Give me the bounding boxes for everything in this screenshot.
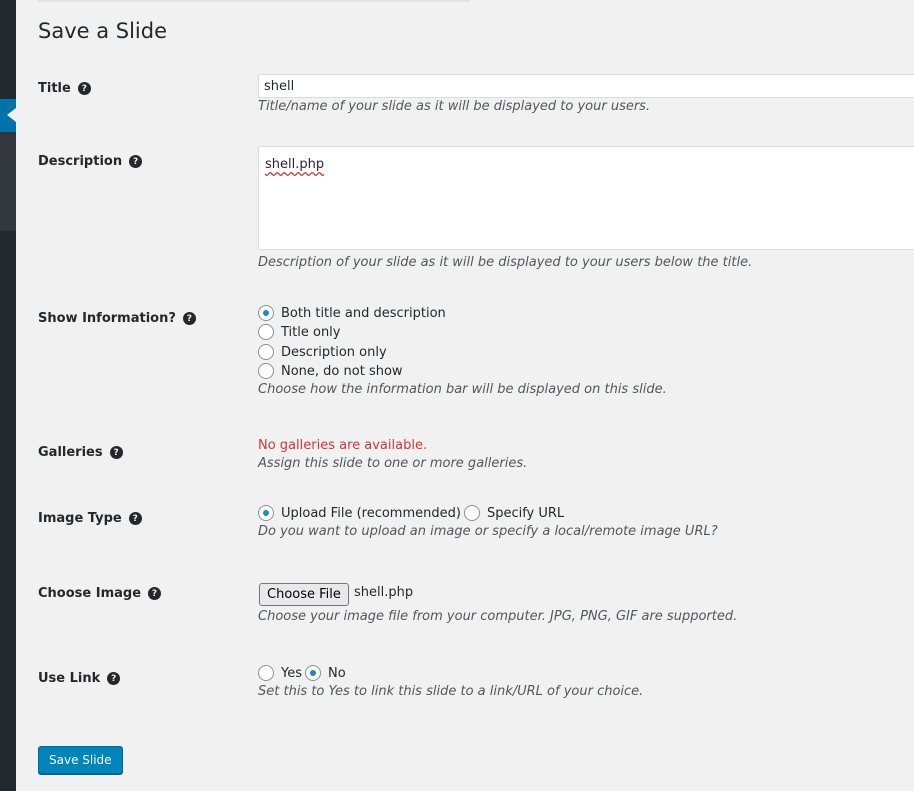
description-label-text: Description (38, 154, 123, 169)
save-slide-button[interactable]: Save Slide (38, 746, 123, 774)
galleries-label-text: Galleries (38, 445, 103, 460)
galleries-label: Galleries ? (38, 445, 123, 460)
help-circle-icon[interactable]: ? (107, 672, 121, 685)
image-type-hint: Do you want to upload an image or specif… (258, 524, 718, 539)
show-info-option-description[interactable]: Description only (258, 344, 387, 360)
radio-icon[interactable] (258, 344, 274, 360)
show-info-option-label: Title only (281, 324, 341, 340)
show-info-hint: Choose how the information bar will be d… (258, 382, 667, 397)
image-type-options: Upload File (recommended) Specify URL (258, 505, 564, 521)
choose-image-label: Choose Image ? (38, 586, 162, 601)
use-link-no-label[interactable]: No (328, 666, 346, 681)
description-textarea[interactable] (258, 146, 914, 250)
title-input[interactable] (258, 74, 914, 98)
use-link-label: Use Link ? (38, 671, 121, 686)
help-circle-icon[interactable]: ? (182, 312, 196, 325)
help-circle-icon[interactable]: ? (129, 155, 143, 168)
admin-submenu[interactable] (0, 132, 16, 231)
choose-image-hint: Choose your image file from your compute… (258, 609, 738, 624)
help-circle-icon[interactable]: ? (109, 446, 123, 459)
show-info-option-both[interactable]: Both title and description (258, 305, 446, 321)
help-circle-icon[interactable]: ? (128, 512, 142, 525)
choose-image-label-text: Choose Image (38, 586, 142, 601)
show-info-option-title[interactable]: Title only (258, 324, 341, 340)
image-type-label: Image Type ? (38, 511, 142, 526)
radio-selected-icon[interactable] (305, 665, 321, 681)
selected-file-name: shell.php (354, 585, 414, 600)
galleries-error: No galleries are available. (258, 438, 428, 453)
radio-icon[interactable] (258, 363, 274, 379)
choose-file-button[interactable]: Choose File (259, 583, 349, 606)
radio-icon[interactable] (258, 324, 274, 340)
galleries-hint: Assign this slide to one or more galleri… (258, 456, 528, 471)
radio-selected-icon[interactable] (258, 305, 274, 321)
image-type-url-label[interactable]: Specify URL (487, 506, 564, 521)
top-divider (38, 0, 470, 2)
active-menu-item[interactable] (0, 99, 16, 132)
radio-selected-icon[interactable] (258, 505, 274, 521)
description-hint: Description of your slide as it will be … (258, 255, 753, 270)
description-label: Description ? (38, 154, 143, 169)
use-link-options: Yes No (258, 665, 346, 681)
admin-sidebar (0, 0, 16, 791)
title-field-wrapper (258, 74, 914, 98)
description-field-wrapper (258, 146, 914, 254)
show-info-option-label: Both title and description (281, 305, 446, 321)
image-type-upload-label[interactable]: Upload File (recommended) (281, 506, 461, 521)
page-title: Save a Slide (38, 19, 168, 43)
active-menu-arrow-icon (7, 108, 16, 122)
use-link-yes-label[interactable]: Yes (281, 666, 302, 681)
use-link-hint: Set this to Yes to link this slide to a … (258, 684, 644, 699)
show-information-label: Show Information? ? (38, 311, 196, 326)
show-info-option-label: Description only (281, 344, 387, 360)
show-info-option-label: None, do not show (281, 363, 403, 379)
help-circle-icon[interactable]: ? (148, 587, 162, 600)
radio-icon[interactable] (463, 505, 480, 521)
show-info-option-none[interactable]: None, do not show (258, 363, 403, 379)
show-information-label-text: Show Information? (38, 311, 176, 326)
title-label: Title ? (38, 81, 91, 96)
title-label-text: Title (38, 81, 71, 96)
image-type-label-text: Image Type (38, 511, 122, 526)
radio-icon[interactable] (258, 665, 274, 681)
use-link-label-text: Use Link (38, 671, 101, 686)
help-circle-icon[interactable]: ? (77, 82, 91, 95)
title-hint: Title/name of your slide as it will be d… (258, 99, 651, 114)
